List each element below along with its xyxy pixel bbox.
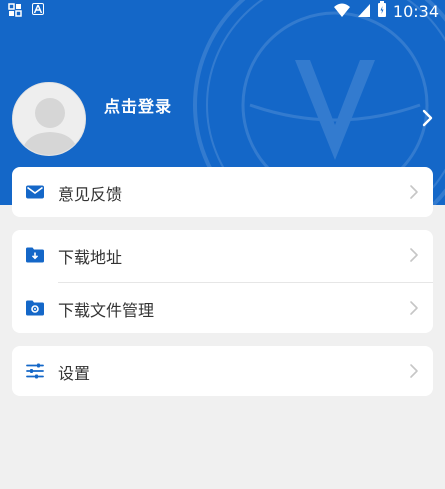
status-bar: 10:34 bbox=[0, 0, 445, 22]
login-link[interactable]: 点击登录 bbox=[104, 93, 172, 117]
menu-item-label: 下载文件管理 bbox=[58, 301, 155, 320]
chevron-right-icon bbox=[409, 300, 419, 320]
menu-item-label: 设置 bbox=[58, 364, 91, 383]
chevron-right-icon bbox=[409, 363, 419, 383]
feedback-card: 意见反馈 bbox=[12, 167, 433, 217]
default-user-icon bbox=[21, 98, 79, 155]
menu-item-download-address[interactable]: 下载地址 bbox=[12, 230, 433, 280]
battery-icon bbox=[377, 1, 387, 22]
menu-item-feedback[interactable]: 意见反馈 bbox=[12, 167, 433, 217]
mail-icon bbox=[26, 183, 44, 201]
chevron-right-icon bbox=[409, 184, 419, 204]
text-a-icon bbox=[32, 3, 44, 15]
gallery-icon bbox=[8, 3, 22, 21]
status-time: 10:34 bbox=[392, 2, 439, 21]
chevron-right-icon bbox=[409, 247, 419, 267]
menu-item-label: 意见反馈 bbox=[58, 185, 123, 204]
menu-item-download-files[interactable]: 下载文件管理 bbox=[12, 283, 433, 333]
folder-gear-icon bbox=[26, 299, 44, 317]
signal-icon bbox=[357, 2, 371, 22]
download-folder-icon bbox=[26, 246, 44, 264]
avatar[interactable] bbox=[12, 82, 86, 156]
settings-card: 设置 bbox=[12, 346, 433, 396]
wifi-icon bbox=[333, 2, 351, 22]
sliders-icon bbox=[26, 362, 44, 380]
menu-item-label: 下载地址 bbox=[58, 248, 123, 267]
download-card: 下载地址 下载文件管理 bbox=[12, 230, 433, 333]
menu-item-settings[interactable]: 设置 bbox=[12, 346, 433, 396]
profile-chevron-right-icon[interactable] bbox=[422, 108, 434, 132]
